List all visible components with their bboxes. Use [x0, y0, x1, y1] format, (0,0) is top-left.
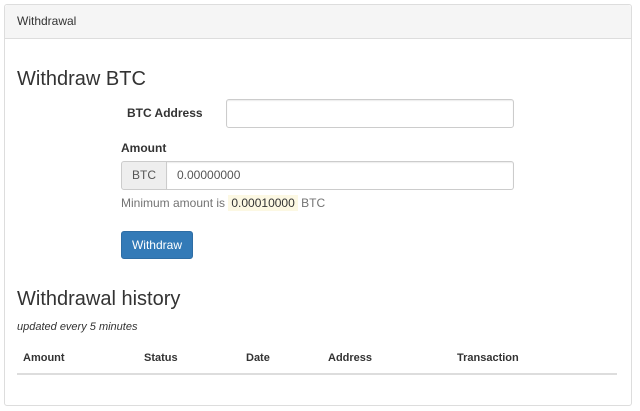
- column-header-address[interactable]: Address: [322, 345, 451, 373]
- min-suffix: BTC: [301, 196, 326, 210]
- withdraw-title: Withdraw BTC: [17, 68, 146, 90]
- amount-input-group: BTC 0.00000000: [121, 161, 514, 190]
- history-title: Withdrawal history: [17, 288, 181, 310]
- amount-label: Amount: [121, 141, 167, 155]
- withdraw-button[interactable]: Withdraw: [121, 231, 193, 259]
- column-header-amount[interactable]: Amount: [17, 345, 138, 373]
- btc-address-label: BTC Address: [127, 106, 203, 120]
- column-header-date[interactable]: Date: [240, 345, 322, 373]
- minimum-amount-help: Minimum amount is 0.00010000 BTC: [121, 195, 325, 211]
- column-header-status[interactable]: Status: [138, 345, 240, 373]
- history-table: Amount Status Date Address Transaction: [17, 345, 617, 375]
- currency-addon: BTC: [121, 161, 167, 190]
- min-amount-value: 0.00010000: [228, 195, 298, 211]
- column-header-transaction[interactable]: Transaction: [451, 345, 617, 373]
- table-header: Amount Status Date Address Transaction: [17, 345, 617, 375]
- history-subtitle: updated every 5 minutes: [17, 321, 138, 333]
- btc-address-input[interactable]: [226, 99, 514, 128]
- amount-input[interactable]: 0.00000000: [167, 161, 514, 190]
- min-prefix: Minimum amount is: [121, 196, 226, 210]
- withdrawal-panel: Withdrawal Withdraw BTC BTC Address Amou…: [4, 4, 632, 406]
- panel-heading: Withdrawal: [5, 5, 631, 39]
